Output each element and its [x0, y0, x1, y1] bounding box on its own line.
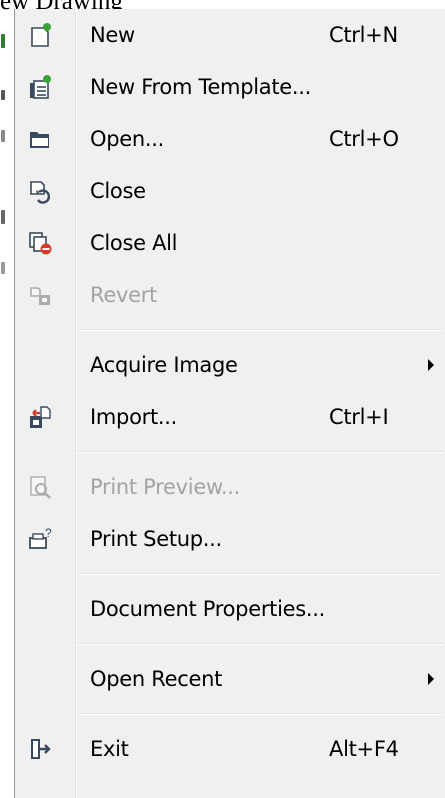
menu-separator	[77, 643, 444, 645]
menu-item-label: Exit	[90, 737, 129, 761]
print-preview-icon	[27, 474, 53, 500]
menu-item-print-setup[interactable]: ? Print Setup...	[15, 513, 445, 565]
new-document-icon	[27, 22, 53, 48]
menu-item-label: New	[90, 23, 135, 47]
close-document-icon	[27, 178, 53, 204]
menu-item-shortcut: Ctrl+N	[329, 23, 398, 47]
menu-item-label: Print Setup...	[90, 527, 222, 551]
import-icon	[27, 404, 53, 430]
menu-item-label: Print Preview...	[90, 475, 241, 499]
menu-item-import[interactable]: Import... Ctrl+I	[15, 391, 445, 443]
menu-item-exit[interactable]: Exit Alt+F4	[15, 723, 445, 775]
submenu-arrow-icon	[428, 359, 434, 371]
menu-item-shortcut: Ctrl+O	[329, 127, 399, 151]
svg-text:?: ?	[45, 526, 52, 540]
menu-item-label: New From Template...	[90, 75, 312, 99]
menu-separator	[77, 329, 444, 331]
menu-separator	[77, 451, 444, 453]
menu-item-acquire-image[interactable]: Acquire Image	[15, 339, 445, 391]
submenu-arrow-icon	[428, 673, 434, 685]
menu-item-shortcut: Ctrl+I	[329, 405, 389, 429]
menu-item-open[interactable]: Open... Ctrl+O	[15, 113, 445, 165]
menu-item-label: Open...	[90, 127, 165, 151]
menu-separator	[77, 573, 444, 575]
menu-item-new-from-template[interactable]: New From Template...	[15, 61, 445, 113]
print-setup-icon: ?	[27, 526, 53, 552]
menu-item-close-all[interactable]: Close All	[15, 217, 445, 269]
menu-item-document-properties[interactable]: Document Properties...	[15, 583, 445, 635]
menu-item-close[interactable]: Close	[15, 165, 445, 217]
menu-item-shortcut: Alt+F4	[329, 737, 399, 761]
menu-item-label: Document Properties...	[90, 597, 326, 621]
menu-item-label: Revert	[90, 283, 157, 307]
folder-open-icon	[27, 126, 53, 152]
background-window-edge	[0, 30, 14, 290]
menu-separator	[77, 713, 444, 715]
close-all-icon	[27, 230, 53, 256]
menu-item-revert: Revert	[15, 269, 445, 321]
menu-item-new[interactable]: New Ctrl+N	[15, 9, 445, 61]
menu-item-label: Close All	[90, 231, 178, 255]
exit-icon	[27, 736, 53, 762]
menu-item-open-recent[interactable]: Open Recent	[15, 653, 445, 705]
revert-icon	[27, 282, 53, 308]
menu-item-print-preview: Print Preview...	[15, 461, 445, 513]
menu-item-label: Acquire Image	[90, 353, 238, 377]
menu-item-label: Import...	[90, 405, 178, 429]
menu-item-label: Open Recent	[90, 667, 223, 691]
new-from-template-icon	[27, 74, 53, 100]
menu-item-label: Close	[90, 179, 146, 203]
file-menu: New Ctrl+N New From Template... Open... …	[14, 9, 445, 798]
